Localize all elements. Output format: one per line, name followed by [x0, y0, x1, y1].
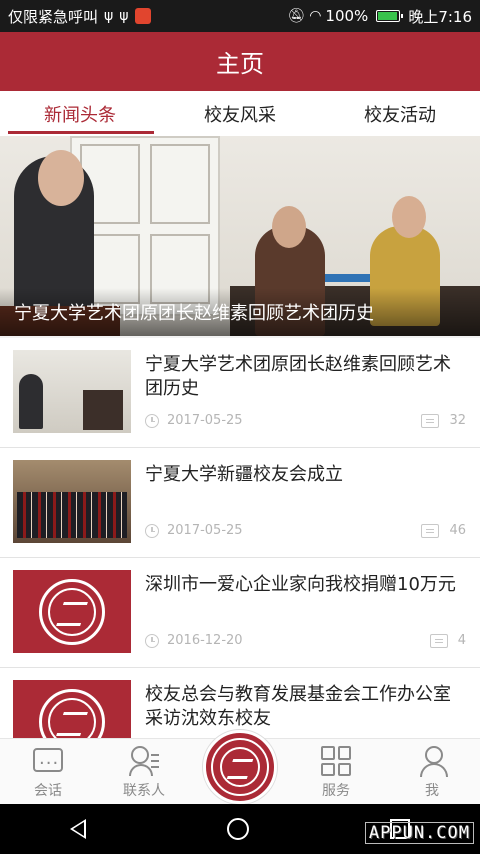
list-item[interactable]: 宁夏大学新疆校友会成立 2017-05-25 46 [0, 448, 480, 558]
category-tabs: 新闻头条 校友风采 校友活动 [0, 91, 480, 136]
battery-percent: 100% [325, 7, 369, 25]
clock-icon [145, 523, 159, 538]
news-date-text: 2017-05-25 [167, 523, 243, 538]
watermark: APPUN.COM [364, 822, 474, 844]
comment-count: 4 [457, 633, 466, 648]
back-icon[interactable] [70, 819, 87, 839]
status-bar: 仅限紧急呼叫 ψ ψ 🔕︎ ◠ 100% 晚上7:16 [0, 0, 480, 32]
wifi-icon: ◠ [309, 8, 322, 24]
list-item[interactable]: 校友总会与教育发展基金会工作办公室采访沈效东校友 [0, 668, 480, 738]
nav-chat[interactable]: 会话 [0, 739, 96, 804]
mute-icon: 🔕︎ [287, 8, 306, 24]
hero-caption-text: 宁夏大学艺术团原团长赵维素回顾艺术团历史 [14, 303, 374, 324]
news-date-text: 2017-05-25 [167, 413, 243, 428]
page-title: 主页 [216, 50, 264, 78]
news-thumbnail [13, 350, 131, 433]
nav-service[interactable]: 服务 [288, 739, 384, 804]
list-item[interactable]: 深圳市一爱心企业家向我校捐赠10万元 2016-12-20 4 [0, 558, 480, 668]
nav-service-label: 服务 [322, 783, 350, 799]
usb-icon: ψ [104, 8, 114, 24]
tab-headlines[interactable]: 新闻头条 [0, 91, 160, 136]
university-logo [48, 587, 96, 636]
hero-photo-person [38, 150, 84, 206]
news-thumbnail [13, 680, 131, 738]
app-header: 主页 [0, 32, 480, 91]
news-date-text: 2016-12-20 [167, 633, 243, 648]
news-thumbnail [13, 460, 131, 543]
news-comments: 32 [421, 413, 466, 428]
weibo-icon [134, 8, 151, 24]
tab-alumni-style[interactable]: 校友风采 [160, 91, 320, 136]
battery-icon [376, 10, 404, 22]
nav-chat-label: 会话 [34, 783, 62, 799]
home-icon[interactable] [226, 818, 249, 840]
hero-caption: 宁夏大学艺术团原团长赵维素回顾艺术团历史 [0, 288, 480, 336]
news-title: 宁夏大学艺术团原团长赵维素回顾艺术团历史 [145, 354, 451, 399]
news-title: 宁夏大学新疆校友会成立 [145, 464, 343, 485]
hero-banner[interactable]: 宁夏大学艺术团原团长赵维素回顾艺术团历史 [0, 136, 480, 336]
news-comments: 46 [421, 523, 466, 538]
clock-icon [145, 633, 159, 648]
nav-contacts-label: 联系人 [123, 783, 165, 799]
contacts-icon [129, 746, 159, 776]
hero-photo-person [272, 206, 306, 248]
news-title: 校友总会与教育发展基金会工作办公室采访沈效东校友 [145, 684, 451, 729]
news-title: 深圳市一爱心企业家向我校捐赠10万元 [145, 574, 456, 595]
tab-alumni-activities[interactable]: 校友活动 [320, 91, 480, 136]
news-date: 2017-05-25 [145, 523, 243, 538]
nav-me[interactable]: 我 [384, 739, 480, 804]
comment-icon [421, 523, 440, 538]
news-thumbnail [13, 570, 131, 653]
news-date: 2017-05-25 [145, 413, 243, 428]
comment-count: 46 [449, 523, 466, 538]
profile-icon [417, 746, 448, 777]
home-logo-button[interactable] [203, 730, 277, 804]
news-list: 宁夏大学艺术团原团长赵维素回顾艺术团历史 2017-05-25 32 宁夏大学新… [0, 338, 480, 738]
university-logo [220, 747, 260, 787]
hero-photo-person [392, 196, 426, 238]
news-date: 2016-12-20 [145, 633, 243, 648]
comment-icon [421, 413, 440, 428]
chat-icon [33, 748, 63, 772]
comment-count: 32 [449, 413, 466, 428]
comment-icon [429, 633, 448, 648]
news-comments: 4 [429, 633, 466, 648]
service-icon [321, 746, 351, 776]
usb-icon: ψ [119, 8, 129, 24]
nav-me-label: 我 [425, 783, 439, 799]
carrier-status: 仅限紧急呼叫 [8, 7, 99, 26]
clock-time: 晚上7:16 [408, 7, 472, 26]
nav-contacts[interactable]: 联系人 [96, 739, 192, 804]
list-item[interactable]: 宁夏大学艺术团原团长赵维素回顾艺术团历史 2017-05-25 32 [0, 338, 480, 448]
university-logo [48, 697, 96, 738]
clock-icon [145, 413, 159, 428]
